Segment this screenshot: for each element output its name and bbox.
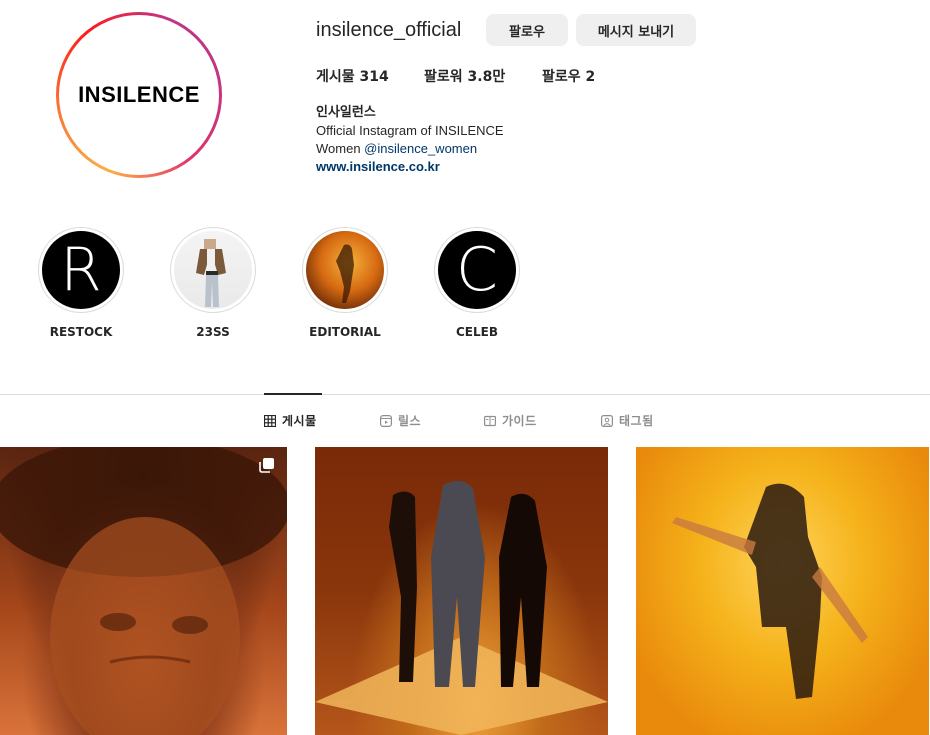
- editorial-figure-image: [336, 244, 354, 303]
- highlight-editorial-cover: [306, 231, 384, 309]
- profile-avatar[interactable]: INSILENCE: [56, 12, 222, 178]
- guide-icon: [484, 415, 496, 426]
- profile-username: insilence_official: [316, 19, 462, 41]
- tagged-icon: [601, 414, 613, 427]
- bio-name: 인사일런스: [316, 105, 376, 120]
- post-thumbnail[interactable]: [0, 447, 287, 735]
- highlight-ring: [302, 227, 388, 313]
- highlight-label: CELEB: [456, 325, 498, 339]
- highlight-celeb[interactable]: C CELEB: [434, 227, 520, 339]
- active-tab-indicator: [264, 393, 322, 395]
- tab-guide[interactable]: 가이드: [484, 412, 537, 429]
- bio-website-link[interactable]: www.insilence.co.kr: [316, 158, 504, 176]
- reels-icon: [380, 414, 392, 427]
- highlight-label: 23SS: [196, 325, 230, 339]
- highlight-label: EDITORIAL: [309, 325, 381, 339]
- dancer-photo-image: [672, 483, 868, 699]
- highlight-label: RESTOCK: [49, 325, 113, 339]
- tab-posts-label: 게시물: [282, 414, 317, 428]
- highlight-restock-cover: R: [42, 231, 120, 309]
- portrait-image: [0, 447, 287, 735]
- multi-photo-icon: [259, 458, 274, 473]
- following-count[interactable]: 팔로우 2: [542, 66, 595, 86]
- grid-icon: [264, 414, 276, 427]
- highlight-restock[interactable]: R RESTOCK: [38, 227, 124, 339]
- tab-tagged[interactable]: 태그됨: [601, 412, 654, 429]
- bio-mention-link[interactable]: @insilence_women: [364, 141, 477, 156]
- tab-posts[interactable]: 게시물: [264, 412, 317, 429]
- fashion-figure-image: [196, 239, 226, 307]
- highlight-ring: C: [434, 227, 520, 313]
- tabs-divider: [0, 394, 930, 395]
- tab-tagged-label: 태그됨: [619, 414, 654, 428]
- bio-line-1: Official Instagram of INSILENCE: [316, 123, 504, 138]
- highlight-celeb-cover: C: [438, 231, 516, 309]
- followers-count[interactable]: 팔로워 3.8만: [424, 66, 505, 86]
- tab-reels-label: 릴스: [398, 414, 422, 428]
- profile-bio: 인사일런스 Official Instagram of INSILENCE Wo…: [316, 104, 504, 176]
- highlight-23ss[interactable]: 23SS: [170, 227, 256, 339]
- highlight-ring: R: [38, 227, 124, 313]
- tab-reels[interactable]: 릴스: [380, 412, 421, 429]
- group-photo-image: [315, 480, 608, 735]
- profile-page: INSILENCE insilence_official 팔로우 메시지 보내기…: [0, 0, 930, 735]
- posts-count: 게시물 314: [316, 69, 389, 85]
- post-thumbnail[interactable]: [636, 447, 929, 735]
- highlight-ring: [170, 227, 256, 313]
- bio-line-2-prefix: Women: [316, 141, 365, 156]
- avatar-inner: INSILENCE: [59, 15, 219, 175]
- highlight-editorial[interactable]: EDITORIAL: [302, 227, 388, 339]
- follow-button[interactable]: 팔로우: [486, 14, 568, 46]
- tab-guide-label: 가이드: [502, 414, 537, 428]
- avatar-logo-text: INSILENCE: [78, 82, 200, 107]
- bio-line-2: Women @insilence_women: [316, 140, 504, 158]
- message-button[interactable]: 메시지 보내기: [576, 14, 696, 46]
- highlight-23ss-cover: [174, 231, 252, 309]
- post-thumbnail[interactable]: [315, 447, 608, 735]
